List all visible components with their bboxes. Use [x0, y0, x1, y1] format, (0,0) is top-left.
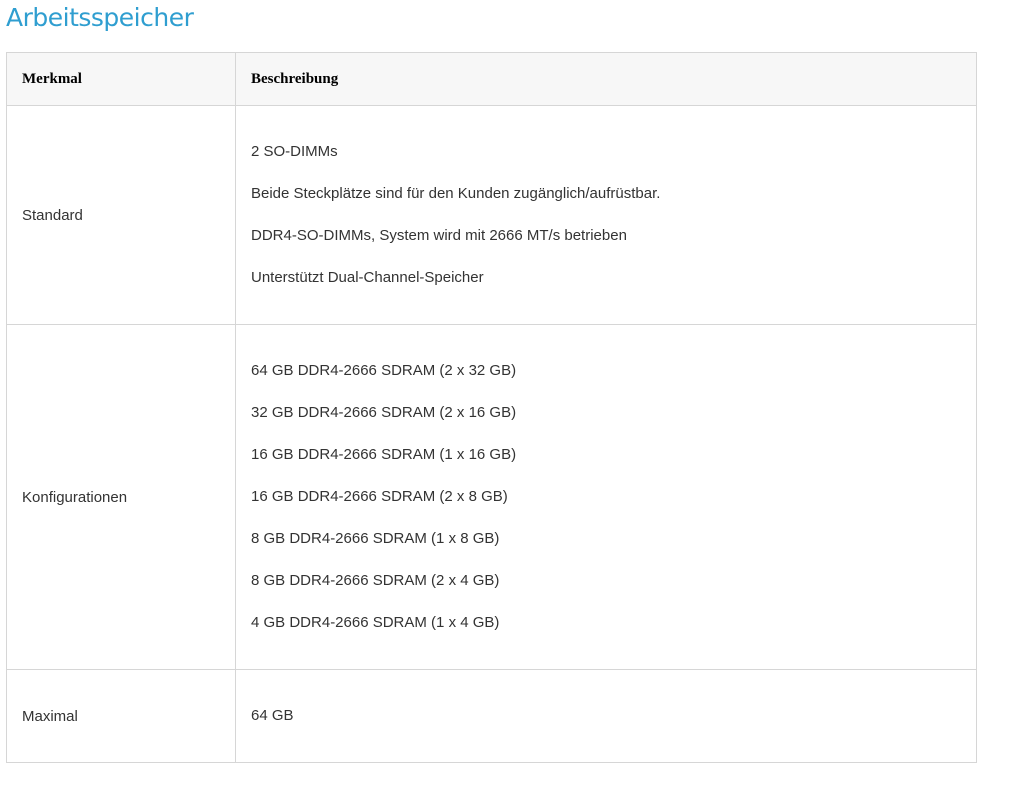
- table-header-row: Merkmal Beschreibung: [6, 52, 977, 106]
- description-line: 64 GB DDR4-2666 SDRAM (2 x 32 GB): [251, 362, 517, 379]
- description-line: 2 SO-DIMMs: [251, 143, 338, 160]
- description-line: Beide Steckplätze sind für den Kunden zu…: [251, 185, 661, 202]
- description-line: Unterstützt Dual-Channel-Speicher: [251, 269, 484, 286]
- feature-cell: Konfigurationen: [6, 324, 236, 670]
- description-line: DDR4-SO-DIMMs, System wird mit 2666 MT/s…: [251, 227, 627, 244]
- page-title: Arbeitsspeicher: [6, 3, 194, 32]
- description-cell: 2 SO-DIMMs Beide Steckplätze sind für de…: [235, 105, 977, 325]
- description-cell: 64 GB DDR4-2666 SDRAM (2 x 32 GB) 32 GB …: [235, 324, 977, 670]
- memory-spec-table: Merkmal Beschreibung Standard 2 SO-DIMMs…: [6, 52, 977, 763]
- description-line: 16 GB DDR4-2666 SDRAM (2 x 8 GB): [251, 488, 508, 505]
- feature-cell: Maximal: [6, 669, 236, 763]
- description-line: 4 GB DDR4-2666 SDRAM (1 x 4 GB): [251, 614, 500, 631]
- description-line: 32 GB DDR4-2666 SDRAM (2 x 16 GB): [251, 404, 517, 421]
- feature-cell: Standard: [6, 105, 236, 325]
- column-header-description: Beschreibung: [235, 52, 977, 106]
- table-row-standard: Standard 2 SO-DIMMs Beide Steckplätze si…: [6, 105, 977, 325]
- description-cell: 64 GB: [235, 669, 977, 763]
- description-line: 8 GB DDR4-2666 SDRAM (2 x 4 GB): [251, 572, 500, 589]
- column-header-feature: Merkmal: [6, 52, 236, 106]
- description-line: 8 GB DDR4-2666 SDRAM (1 x 8 GB): [251, 530, 500, 547]
- table-row-konfigurationen: Konfigurationen 64 GB DDR4-2666 SDRAM (2…: [6, 324, 977, 670]
- table-row-maximal: Maximal 64 GB: [6, 669, 977, 763]
- description-line: 16 GB DDR4-2666 SDRAM (1 x 16 GB): [251, 446, 517, 463]
- description-line: 64 GB: [251, 707, 294, 724]
